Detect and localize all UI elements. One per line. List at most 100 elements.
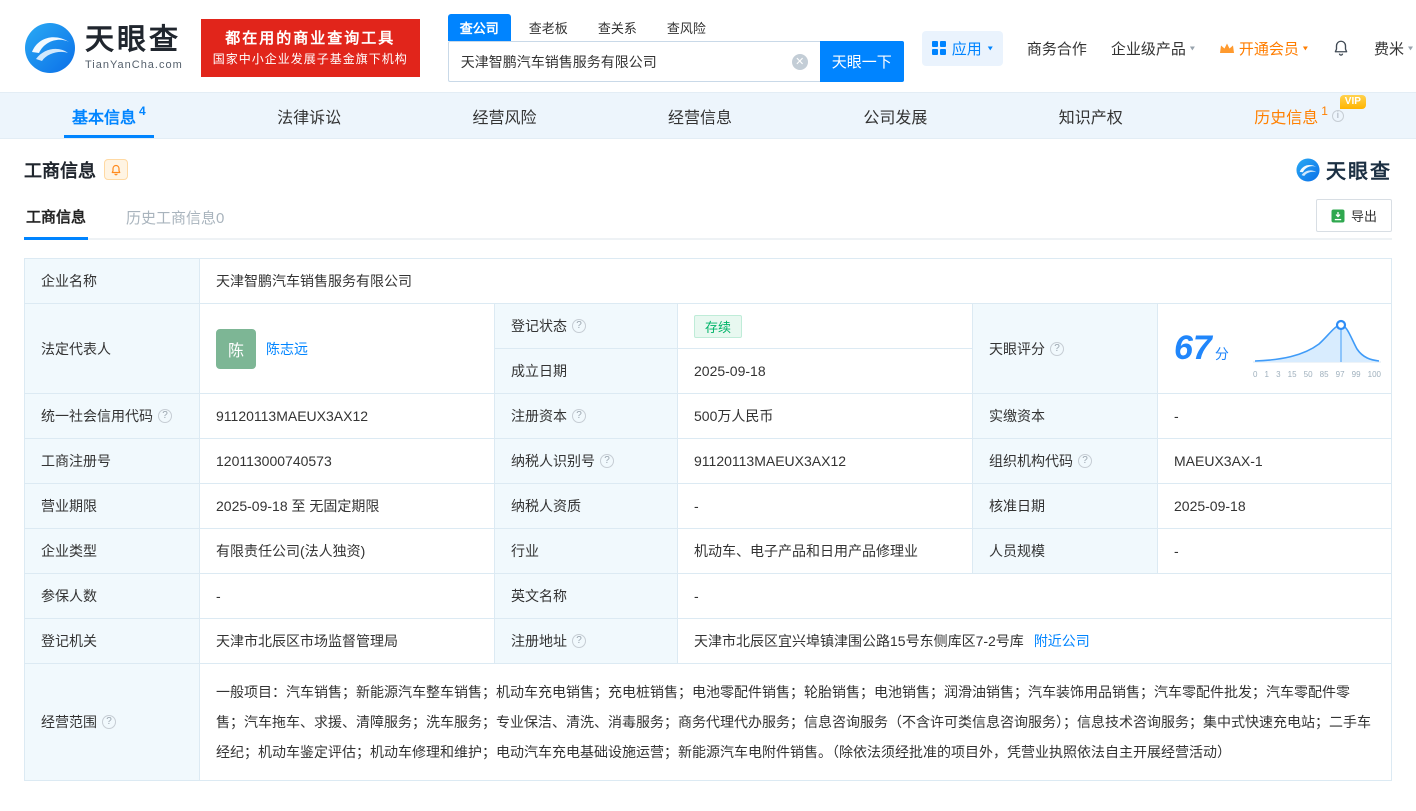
search-tab-risk[interactable]: 查风险: [655, 14, 718, 41]
tab-history-info[interactable]: VIP 历史信息 1 i: [1246, 93, 1352, 138]
help-icon[interactable]: ?: [158, 409, 172, 423]
value-taxpayer-quality: -: [678, 484, 973, 529]
tab-legal[interactable]: 法律诉讼: [269, 93, 349, 138]
value-insured-count: -: [200, 574, 495, 619]
user-menu[interactable]: 费米 ▾: [1374, 38, 1413, 59]
label-paid-capital: 实缴资本: [973, 394, 1158, 439]
search-button[interactable]: 天眼一下: [820, 41, 904, 82]
tab-operating-risk[interactable]: 经营风险: [465, 93, 545, 138]
score-axis: 013 155085 9799100: [1251, 370, 1383, 379]
value-registered-capital: 500万人民币: [678, 394, 973, 439]
tab-operating-info-label: 经营信息: [668, 104, 732, 128]
tab-company-development-label: 公司发展: [863, 104, 927, 128]
nav-cooperation[interactable]: 商务合作: [1027, 38, 1087, 59]
value-company-type: 有限责任公司(法人独资): [200, 529, 495, 574]
subtab-history-business-info[interactable]: 历史工商信息0: [124, 197, 226, 238]
subtab-business-info[interactable]: 工商信息: [24, 196, 88, 240]
apps-grid-icon: [932, 41, 946, 55]
company-nav-tabs: 基本信息 4 法律诉讼 经营风险 经营信息 公司发展 知识产权 VIP 历史信息…: [0, 92, 1416, 139]
search-input[interactable]: [449, 54, 792, 70]
tab-operating-risk-label: 经营风险: [473, 104, 537, 128]
score-number: 67: [1174, 329, 1212, 368]
value-establish-date: 2025-09-18: [678, 349, 973, 394]
help-icon[interactable]: ?: [600, 454, 614, 468]
tab-history-info-label: 历史信息: [1254, 104, 1318, 128]
label-credit-code: 统一社会信用代码?: [25, 394, 200, 439]
value-taxpayer-id: 91120113MAEUX3AX12: [678, 439, 973, 484]
value-registration-status: 存续: [678, 304, 973, 349]
chevron-down-icon: ▾: [1303, 44, 1308, 53]
help-icon[interactable]: ?: [102, 715, 116, 729]
info-icon[interactable]: i: [1332, 110, 1344, 122]
help-icon[interactable]: ?: [1078, 454, 1092, 468]
tab-company-development[interactable]: 公司发展: [855, 93, 935, 138]
subtabs-row: 工商信息 历史工商信息0 导出: [24, 196, 1392, 240]
apps-label: 应用: [952, 38, 982, 59]
status-badge: 存续: [694, 315, 742, 338]
value-tianyan-score: 67 分 013 155085 9799100: [1158, 304, 1392, 394]
promo-line-2: 国家中小企业发展子基金旗下机构: [213, 50, 408, 69]
help-icon[interactable]: ?: [572, 634, 586, 648]
subscribe-bell-icon[interactable]: [104, 159, 128, 180]
label-organization-code: 组织机构代码?: [973, 439, 1158, 484]
label-tianyan-score: 天眼评分?: [973, 304, 1158, 394]
nearby-companies-link[interactable]: 附近公司: [1034, 631, 1090, 651]
clear-icon[interactable]: ✕: [792, 54, 808, 70]
value-paid-capital: -: [1158, 394, 1392, 439]
bell-icon: [1332, 39, 1350, 57]
help-icon[interactable]: ?: [572, 319, 586, 333]
tab-intellectual-property-label: 知识产权: [1059, 104, 1123, 128]
label-legal-representative: 法定代表人: [25, 304, 200, 394]
nav-enterprise-products[interactable]: 企业级产品 ▾: [1111, 38, 1195, 59]
crown-icon: [1219, 42, 1235, 54]
value-english-name: -: [678, 574, 1392, 619]
section-title: 工商信息: [24, 157, 96, 183]
brand-domain: TianYanCha.com: [85, 59, 183, 71]
enterprise-label: 企业级产品: [1111, 38, 1186, 59]
search-input-wrap: ✕: [448, 41, 820, 82]
business-info-table: 企业名称 天津智鹏汽车销售服务有限公司 法定代表人 陈 陈志远 登记状态? 存续…: [24, 258, 1392, 781]
label-business-scope: 经营范围?: [25, 664, 200, 781]
search-tab-company[interactable]: 查公司: [448, 14, 511, 41]
label-company-name: 企业名称: [25, 259, 200, 304]
search-area: 查公司 查老板 查关系 查风险 ✕ 天眼一下: [448, 14, 904, 82]
help-icon[interactable]: ?: [572, 409, 586, 423]
legal-rep-avatar[interactable]: 陈: [216, 329, 256, 369]
apps-menu[interactable]: 应用 ▾: [922, 31, 1003, 66]
tab-basic-info-count: 4: [139, 104, 146, 118]
nav-open-vip[interactable]: 开通会员 ▾: [1219, 38, 1308, 59]
export-button[interactable]: 导出: [1316, 199, 1392, 232]
tab-basic-info-label: 基本信息: [72, 104, 136, 128]
watermark-brand: 天眼查: [1326, 155, 1392, 184]
value-company-name: 天津智鹏汽车销售服务有限公司: [200, 259, 1392, 304]
score-unit: 分: [1215, 344, 1229, 364]
search-tab-boss[interactable]: 查老板: [517, 14, 580, 41]
value-industry: 机动车、电子产品和日用产品修理业: [678, 529, 973, 574]
promo-line-1: 都在用的商业查询工具: [213, 27, 408, 50]
username: 费米: [1374, 38, 1404, 59]
label-company-type: 企业类型: [25, 529, 200, 574]
vip-badge: VIP: [1340, 95, 1366, 109]
promo-banner: 都在用的商业查询工具 国家中小企业发展子基金旗下机构: [201, 19, 420, 77]
label-english-name: 英文名称: [495, 574, 678, 619]
value-registration-authority: 天津市北辰区市场监督管理局: [200, 619, 495, 664]
label-industry: 行业: [495, 529, 678, 574]
tianyancha-logo[interactable]: 天眼查 TianYanCha.com: [24, 22, 183, 74]
label-registration-status: 登记状态?: [495, 304, 678, 349]
label-approval-date: 核准日期: [973, 484, 1158, 529]
tianyancha-logo-icon: [24, 22, 76, 74]
value-legal-representative: 陈 陈志远: [200, 304, 495, 394]
search-tab-relation[interactable]: 查关系: [586, 14, 649, 41]
tab-basic-info[interactable]: 基本信息 4: [64, 93, 154, 138]
export-excel-icon: [1331, 209, 1345, 223]
notifications-bell[interactable]: [1332, 39, 1350, 57]
help-icon[interactable]: ?: [1050, 342, 1064, 356]
value-business-scope: 一般项目：汽车销售；新能源汽车整车销售；机动车充电销售；充电桩销售；电池零配件销…: [200, 664, 1392, 781]
tab-operating-info[interactable]: 经营信息: [660, 93, 740, 138]
label-establish-date: 成立日期: [495, 349, 678, 394]
cooperation-label: 商务合作: [1027, 38, 1087, 59]
legal-rep-link[interactable]: 陈志远: [266, 339, 308, 359]
tab-intellectual-property[interactable]: 知识产权: [1051, 93, 1131, 138]
value-staff-size: -: [1158, 529, 1392, 574]
top-header: 天眼查 TianYanCha.com 都在用的商业查询工具 国家中小企业发展子基…: [0, 0, 1416, 92]
